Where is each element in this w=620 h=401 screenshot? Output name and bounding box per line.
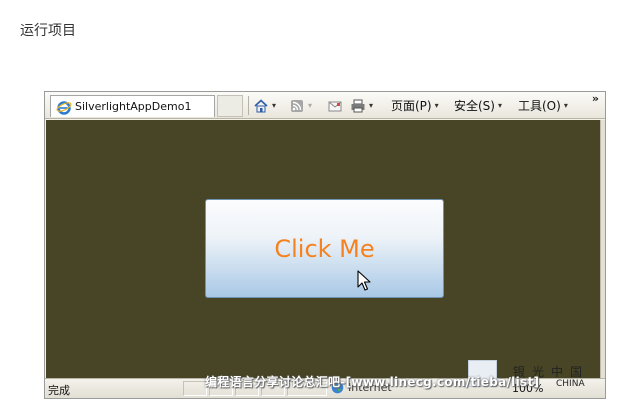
browser-window: SilverlightAppDemo1 ▾ ▾ ▾ 页面(P) ▾ 安全(S) … [44,91,606,399]
toolbar-overflow-button[interactable]: » [592,92,599,105]
click-me-button[interactable]: Click Me [205,199,444,298]
browser-tab[interactable]: SilverlightAppDemo1 [50,95,215,117]
page-menu[interactable]: 页面(P) ▾ [391,96,439,115]
status-cell [183,381,207,396]
mail-icon [328,101,342,111]
silverlight-content-area: Click Me [46,120,600,378]
home-button[interactable]: ▾ [253,96,276,115]
safety-menu-label: 安全(S) [454,99,495,113]
ie-logo-icon [56,100,72,115]
mouse-cursor-icon [357,270,371,291]
chevron-down-icon: ▾ [434,101,439,110]
chevron-down-icon: ▾ [563,101,568,110]
tools-menu-label: 工具(O) [518,99,561,113]
new-tab-button[interactable] [217,95,243,117]
watermark-text: 编程语言分享讨论总汇吧-[www.linecg.com/tieba/list] [205,375,540,389]
vertical-scrollbar[interactable] [600,120,605,378]
home-icon [254,98,268,112]
safety-menu[interactable]: 安全(S) ▾ [454,96,502,115]
toolbar-separator [248,96,249,115]
logo-subtext: CHINA [556,379,585,389]
chevron-down-icon: ▾ [497,101,502,110]
chevron-down-icon: ▾ [369,101,374,110]
browser-toolbar: SilverlightAppDemo1 ▾ ▾ ▾ 页面(P) ▾ 安全(S) … [45,92,605,119]
page-menu-label: 页面(P) [391,99,432,113]
mail-button[interactable] [327,96,343,115]
click-me-button-label: Click Me [274,234,375,263]
printer-icon [351,99,365,112]
feeds-button[interactable]: ▾ [289,96,312,115]
page-caption: 运行项目 [20,23,76,39]
chevron-down-icon: ▾ [272,101,277,110]
print-button[interactable]: ▾ [350,96,373,115]
status-text: 完成 [48,384,70,397]
rss-feed-icon [291,99,303,112]
tools-menu[interactable]: 工具(O) ▾ [518,96,568,115]
chevron-down-icon: ▾ [308,101,313,110]
tab-title: SilverlightAppDemo1 [75,100,192,113]
